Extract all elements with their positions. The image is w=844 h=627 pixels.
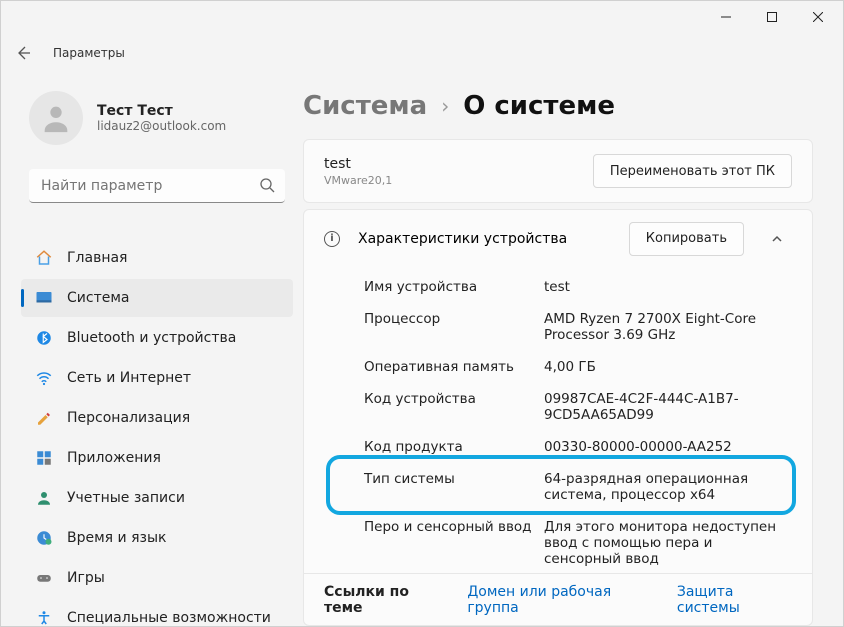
specs-table: Имя устройстваtest ПроцессорAMD Ryzen 7 …: [304, 267, 812, 573]
spec-label: Перо и сенсорный ввод: [364, 519, 544, 567]
close-button[interactable]: [795, 3, 841, 31]
search-icon: [259, 177, 275, 197]
breadcrumb-leaf: О системе: [463, 91, 615, 121]
minimize-button[interactable]: [703, 3, 749, 31]
bluetooth-icon: [35, 329, 53, 347]
nav-home[interactable]: Главная: [21, 239, 293, 277]
nav-accessibility[interactable]: Специальные возможности: [21, 599, 293, 626]
related-links: Ссылки по теме Домен или рабочая группа …: [304, 573, 812, 625]
gaming-icon: [35, 569, 53, 587]
nav-apps[interactable]: Приложения: [21, 439, 293, 477]
search-box[interactable]: [29, 169, 285, 203]
collapse-button[interactable]: [762, 224, 792, 254]
accounts-icon: [35, 489, 53, 507]
home-icon: [35, 249, 53, 267]
nav-label: Сеть и Интернет: [67, 370, 191, 386]
user-profile[interactable]: Тест Тест lidauz2@outlook.com: [29, 91, 293, 145]
nav-label: Приложения: [67, 450, 161, 466]
app-title: Параметры: [53, 46, 125, 60]
nav-label: Игры: [67, 570, 105, 586]
system-icon: [35, 289, 53, 307]
search-input[interactable]: [29, 169, 285, 203]
time-icon: [35, 529, 53, 547]
spec-value: 09987CAE-4C2F-444C-A1B7-9CD5AA65AD99: [544, 391, 792, 423]
user-email: lidauz2@outlook.com: [97, 119, 226, 133]
device-card: test VMware20,1 Переименовать этот ПК: [303, 139, 813, 203]
spec-label: Тип системы: [364, 471, 544, 503]
nav-accounts[interactable]: Учетные записи: [21, 479, 293, 517]
nav-label: Время и язык: [67, 530, 166, 546]
nav-label: Главная: [67, 250, 127, 266]
related-label: Ссылки по теме: [324, 584, 443, 616]
section-title: Характеристики устройства: [358, 231, 567, 247]
back-button[interactable]: [15, 45, 31, 61]
app-bar: Параметры: [1, 33, 843, 73]
nav-list: Главная Система Bluetooth и устройства С…: [21, 239, 293, 626]
spec-label: Код устройства: [364, 391, 544, 423]
spec-label: Процессор: [364, 311, 544, 343]
maximize-button[interactable]: [749, 3, 795, 31]
related-link-protection[interactable]: Защита системы: [677, 584, 792, 616]
main-content: Система › О системе test VMware20,1 Пере…: [303, 73, 843, 626]
spec-label: Код продукта: [364, 439, 544, 455]
nav-time[interactable]: Время и язык: [21, 519, 293, 557]
window-titlebar: [1, 1, 843, 33]
nav-personalization[interactable]: Персонализация: [21, 399, 293, 437]
apps-icon: [35, 449, 53, 467]
spec-value: test: [544, 279, 792, 295]
sidebar: Тест Тест lidauz2@outlook.com Главная Си…: [1, 73, 303, 626]
nav-label: Система: [67, 290, 129, 306]
spec-value: 4,00 ГБ: [544, 359, 792, 375]
related-link-domain[interactable]: Домен или рабочая группа: [467, 584, 653, 616]
info-icon: i: [324, 231, 340, 247]
nav-gaming[interactable]: Игры: [21, 559, 293, 597]
nav-system[interactable]: Система: [21, 279, 293, 317]
device-name: test: [324, 156, 392, 172]
device-model: VMware20,1: [324, 174, 392, 187]
nav-bluetooth[interactable]: Bluetooth и устройства: [21, 319, 293, 357]
spec-value: 00330-80000-00000-AA252: [544, 439, 792, 455]
nav-network[interactable]: Сеть и Интернет: [21, 359, 293, 397]
device-specs-section: i Характеристики устройства Копировать И…: [303, 209, 813, 626]
accessibility-icon: [35, 609, 53, 626]
personalization-icon: [35, 409, 53, 427]
nav-label: Учетные записи: [67, 490, 185, 506]
network-icon: [35, 369, 53, 387]
nav-label: Bluetooth и устройства: [67, 330, 236, 346]
breadcrumb-root[interactable]: Система: [303, 91, 427, 121]
breadcrumb: Система › О системе: [303, 91, 813, 121]
rename-pc-button[interactable]: Переименовать этот ПК: [593, 154, 792, 188]
nav-label: Персонализация: [67, 410, 190, 426]
copy-button[interactable]: Копировать: [629, 222, 744, 256]
spec-value: AMD Ryzen 7 2700X Eight-Core Processor 3…: [544, 311, 792, 343]
user-name: Тест Тест: [97, 103, 226, 119]
chevron-right-icon: ›: [441, 94, 449, 118]
nav-label: Специальные возможности: [67, 610, 271, 626]
spec-label: Имя устройства: [364, 279, 544, 295]
spec-value: Для этого монитора недоступен ввод с пом…: [544, 519, 792, 567]
spec-value: 64-разрядная операционная система, проце…: [544, 471, 792, 503]
avatar: [29, 91, 83, 145]
spec-label: Оперативная память: [364, 359, 544, 375]
